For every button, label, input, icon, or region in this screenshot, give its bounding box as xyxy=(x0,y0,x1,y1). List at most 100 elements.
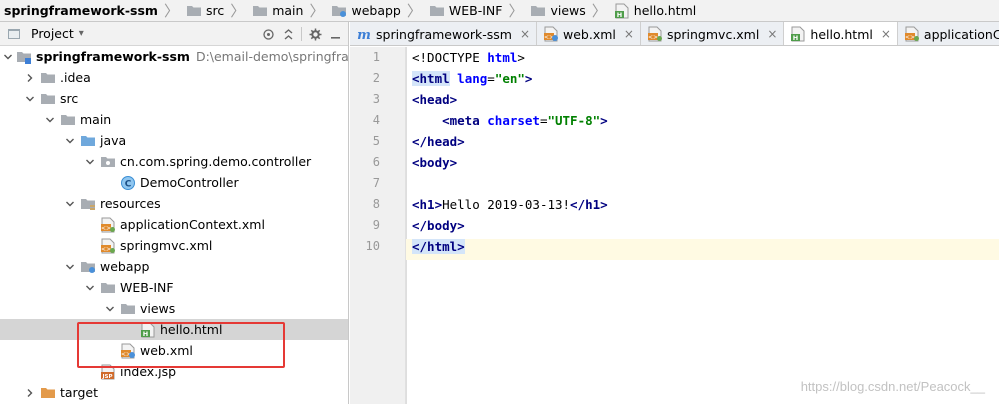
chevron-down-icon[interactable] xyxy=(63,260,77,274)
line-number: 4 xyxy=(372,113,380,127)
close-icon[interactable]: × xyxy=(520,27,530,41)
code-line: <meta charset = "UTF-8" > xyxy=(412,110,608,131)
xml-file-icon: <> xyxy=(100,238,116,254)
svg-text:C: C xyxy=(125,179,132,189)
close-icon[interactable]: × xyxy=(767,27,777,41)
webapp-folder-icon xyxy=(331,3,347,19)
tab-applicationcontext-x[interactable]: <> applicationContext.x xyxy=(897,22,999,45)
tree-item-resources[interactable]: resources xyxy=(0,193,348,214)
chevron-down-icon[interactable] xyxy=(63,197,77,211)
project-view-selector[interactable]: Project ▾ xyxy=(6,26,84,42)
tree-item-cn-com-spring-demo-controller[interactable]: cn.com.spring.demo.controller xyxy=(0,151,348,172)
tab-label: web.xml xyxy=(563,26,616,42)
tree-item-main[interactable]: main xyxy=(0,109,348,130)
code-token: > xyxy=(517,50,525,65)
chevron-down-icon[interactable] xyxy=(43,113,57,127)
hide-panel-icon[interactable] xyxy=(328,27,342,41)
code-token: <meta xyxy=(442,113,488,128)
tree-item-label: java xyxy=(100,133,127,148)
tree-item-springmvc-xml[interactable]: <> springmvc.xml xyxy=(0,235,348,256)
folder-icon xyxy=(252,3,268,19)
tree-item-views[interactable]: views xyxy=(0,298,348,319)
svg-text:H: H xyxy=(793,34,798,42)
close-icon[interactable]: × xyxy=(624,27,634,41)
tree-item-springframework-ssm[interactable]: springframework-ssm D:\email-demo\springf… xyxy=(0,46,348,67)
folder-icon xyxy=(40,70,56,86)
tree-item-web-inf[interactable]: WEB-INF xyxy=(0,277,348,298)
locate-icon[interactable] xyxy=(261,27,275,41)
chevron-down-icon[interactable] xyxy=(23,92,37,106)
chevron-down-icon[interactable] xyxy=(3,50,13,64)
source-folder-icon xyxy=(80,133,96,149)
code-line: <html lang = "en" > xyxy=(412,68,532,89)
tab-web-xml[interactable]: <> web.xml × xyxy=(537,22,641,45)
tab-springframework-ssm[interactable]: m springframework-ssm × xyxy=(350,22,538,45)
line-number: 5 xyxy=(372,134,380,148)
tree-item-java[interactable]: java xyxy=(0,130,348,151)
breadcrumb-label: springframework-ssm xyxy=(4,3,158,18)
folder-icon xyxy=(120,301,136,317)
breadcrumb-item-hello-html[interactable]: Hhello.html xyxy=(610,0,700,21)
current-line-highlight xyxy=(406,239,999,260)
tree-item-label: webapp xyxy=(100,259,150,274)
tree-item-label: applicationContext.xml xyxy=(120,217,265,232)
code-line: </body> xyxy=(412,215,465,236)
tree-item-src[interactable]: src xyxy=(0,88,348,109)
tree-item-idea[interactable]: .idea xyxy=(0,67,348,88)
red-highlight-annotation xyxy=(77,322,285,368)
breadcrumb-item-views[interactable]: views xyxy=(526,0,589,21)
tree-item-label: views xyxy=(140,301,176,316)
collapse-all-icon[interactable] xyxy=(281,27,295,41)
gear-icon[interactable] xyxy=(308,27,322,41)
project-panel-title: Project xyxy=(31,26,74,41)
webapp-folder-icon xyxy=(80,259,96,275)
breadcrumb-item-web-inf[interactable]: WEB-INF xyxy=(425,0,507,21)
breadcrumb-item-webapp[interactable]: webapp xyxy=(327,0,404,21)
tree-item-democontroller[interactable]: C DemoController xyxy=(0,172,348,193)
tree-item-webapp[interactable]: webapp xyxy=(0,256,348,277)
code-line: <body> xyxy=(412,152,457,173)
chevron-right-icon[interactable] xyxy=(23,71,37,85)
tab-springmvc-xml[interactable]: <> springmvc.xml × xyxy=(640,22,785,45)
chevron-down-icon[interactable] xyxy=(83,155,97,169)
chevron-right-icon[interactable] xyxy=(23,386,37,400)
code-token: > xyxy=(449,92,458,107)
breadcrumb-separator: 〉 xyxy=(406,2,422,20)
tree-item-applicationcontext-xml[interactable]: <> applicationContext.xml xyxy=(0,214,348,235)
svg-text:<>: <> xyxy=(905,34,915,41)
folder-icon xyxy=(530,3,546,19)
breadcrumb-separator: 〉 xyxy=(508,2,524,20)
editor-tab-bar: m springframework-ssm × <> web.xml × <> springm… xyxy=(350,22,999,46)
tree-item-target[interactable]: target xyxy=(0,382,348,403)
folder-icon xyxy=(429,3,445,19)
breadcrumb-item-main[interactable]: main xyxy=(248,0,307,21)
code-token: Hello 2019-03-13! xyxy=(442,197,571,212)
code-token: "en" xyxy=(494,71,525,86)
breadcrumb-item-src[interactable]: src xyxy=(182,0,228,21)
breadcrumb-separator: 〉 xyxy=(230,2,246,20)
chevron-down-icon[interactable] xyxy=(63,134,77,148)
breadcrumb-label: webapp xyxy=(351,3,401,18)
breadcrumb: springframework-ssm 〉 src 〉 main 〉 webapp 〉 WEB-… xyxy=(0,0,999,22)
toolbar-divider xyxy=(301,27,302,41)
code-token: > xyxy=(524,71,533,86)
chevron-down-icon[interactable] xyxy=(103,302,117,316)
module-folder-icon xyxy=(16,49,32,65)
tree-item-label: resources xyxy=(100,196,161,211)
code-token: = xyxy=(487,71,495,86)
folder-icon xyxy=(100,280,116,296)
code-line: <h1> Hello 2019-03-13! </h1> xyxy=(412,194,608,215)
chevron-down-icon[interactable] xyxy=(83,281,97,295)
code-token: <html xyxy=(412,71,450,86)
project-panel-header: Project ▾ xyxy=(0,22,348,46)
code-token: </h1> xyxy=(570,197,608,212)
close-icon[interactable]: × xyxy=(881,27,891,41)
breadcrumb-item-springframework-ssm[interactable]: springframework-ssm xyxy=(0,0,162,21)
tab-hello-html[interactable]: Hhello.html × xyxy=(784,22,898,45)
tree-item-label: target xyxy=(60,385,99,400)
code-token: html xyxy=(487,50,518,65)
breadcrumb-label: src xyxy=(205,3,225,18)
code-editor[interactable]: 1 2 3 4 5 6 7 8 9 10 <!DOCTYPE html > <html lang = "e… xyxy=(350,47,999,404)
code-token: <head xyxy=(412,92,450,107)
